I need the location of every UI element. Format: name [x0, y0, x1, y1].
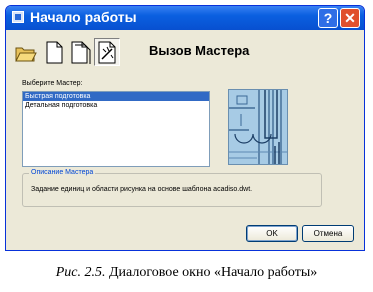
select-wizard-label: Выберите Мастер:	[22, 80, 83, 87]
description-legend: Описание Мастера	[29, 169, 96, 176]
drawing-preview-graphic	[229, 90, 287, 164]
wizard-description-group: Описание Мастера Задание единиц и област…	[22, 169, 322, 207]
template-page-icon	[71, 41, 91, 64]
app-icon	[12, 11, 24, 23]
start-dialog: Начало работы ? ✕ Вызов Мастера Выберите…	[5, 5, 365, 251]
cancel-button[interactable]: Отмена	[302, 225, 354, 242]
open-drawing-button[interactable]	[14, 39, 38, 65]
start-from-scratch-button[interactable]	[42, 39, 66, 65]
ok-button[interactable]: OK	[246, 225, 298, 242]
close-button[interactable]: ✕	[340, 8, 360, 28]
wizard-listbox[interactable]: Быстрая подготовка Детальная подготовка	[22, 91, 210, 167]
use-template-button[interactable]	[68, 39, 92, 65]
description-text: Задание единиц и области рисунка на осно…	[31, 186, 253, 193]
wizard-option-quick[interactable]: Быстрая подготовка	[23, 92, 209, 101]
help-button[interactable]: ?	[318, 8, 338, 28]
use-wizard-button[interactable]	[94, 38, 120, 66]
wizard-preview-image	[228, 89, 288, 165]
figure-caption: Рис. 2.5. Диалоговое окно «Начало работы…	[0, 265, 373, 281]
window-title: Начало работы	[30, 9, 137, 25]
toolbar: Вызов Мастера	[14, 38, 356, 69]
open-folder-icon	[15, 47, 37, 62]
blank-page-icon	[46, 41, 63, 64]
wizard-option-advanced[interactable]: Детальная подготовка	[23, 101, 209, 110]
wizard-icon	[98, 41, 116, 64]
caption-label: Рис. 2.5.	[55, 265, 106, 280]
title-bar[interactable]: Начало работы ? ✕	[6, 6, 364, 30]
wizard-heading: Вызов Мастера	[149, 43, 250, 58]
caption-text: Диалоговое окно «Начало работы»	[105, 265, 318, 280]
